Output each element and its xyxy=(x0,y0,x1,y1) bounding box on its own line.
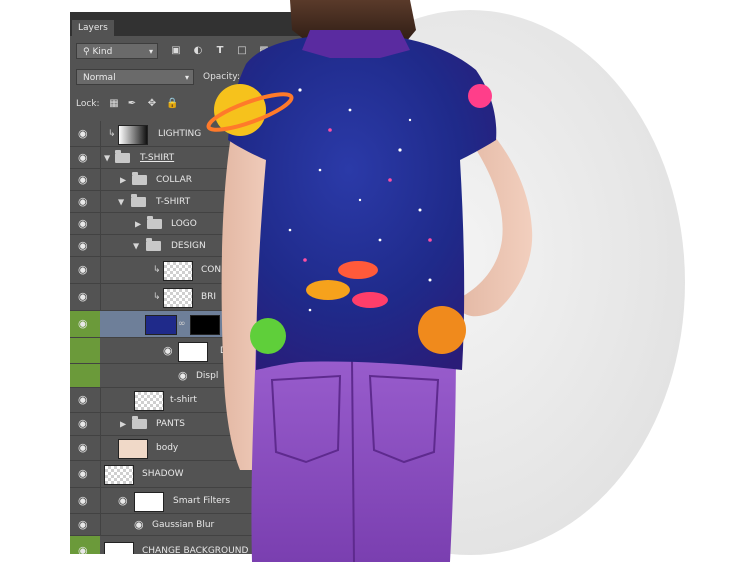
clip-icon: ↳ xyxy=(153,265,161,275)
eye-icon[interactable]: ◉ xyxy=(78,127,91,140)
filter-kind-label: Kind xyxy=(92,47,113,57)
eye-icon[interactable]: ◉ xyxy=(78,418,91,430)
smart-object-thumbnail xyxy=(145,315,177,335)
eye-icon[interactable]: ◉ xyxy=(78,468,91,480)
eye-cell: ◉ xyxy=(70,461,101,487)
folder-icon xyxy=(131,193,146,207)
layer-thumbnail xyxy=(104,465,134,485)
tab-layers[interactable]: Layers xyxy=(72,20,114,36)
eye-cell: ◉ xyxy=(70,413,101,435)
selection-marker xyxy=(70,364,100,387)
planet-orange-right xyxy=(418,306,466,354)
folder-icon xyxy=(147,215,162,229)
chevron-right-icon[interactable]: ▶ xyxy=(120,175,126,184)
folder-icon xyxy=(132,171,147,185)
shirt-collar xyxy=(302,30,410,58)
eye-cell: ◉ xyxy=(70,213,101,234)
layer-thumbnail xyxy=(104,541,134,554)
chevron-down-icon[interactable]: ▼ xyxy=(133,241,139,250)
eye-cell: ◉ xyxy=(70,147,101,168)
eye-icon[interactable]: ◉ xyxy=(78,394,91,406)
eye-cell: ◉ xyxy=(70,169,101,190)
chevron-right-icon[interactable]: ▶ xyxy=(135,219,141,228)
eye-icon[interactable]: ◉ xyxy=(78,518,91,531)
eye-icon[interactable]: ◉ xyxy=(78,151,91,164)
eye-icon[interactable]: ◉ xyxy=(78,217,91,230)
planet-pink xyxy=(468,84,492,108)
layer-name: SHADOW xyxy=(142,469,184,479)
clip-icon: ↳ xyxy=(108,128,116,139)
eye-icon[interactable]: ◉ xyxy=(78,318,91,330)
eye-cell: ◉ xyxy=(70,284,101,310)
eye-cell: ◉ xyxy=(70,235,101,256)
move-icon[interactable]: ✥ xyxy=(146,98,158,110)
layer-name: body xyxy=(156,443,179,453)
eye-icon[interactable]: ◉ xyxy=(134,518,147,531)
eye-cell: ◉ xyxy=(70,514,101,535)
eye-icon[interactable]: ◉ xyxy=(163,344,176,357)
eye-cell: ◉ xyxy=(70,388,101,412)
comet-1 xyxy=(338,261,378,279)
eye-cell: ◉ xyxy=(70,257,101,283)
eye-icon[interactable]: ◉ xyxy=(78,544,91,554)
folder-icon xyxy=(115,149,130,163)
layer-thumbnail xyxy=(118,439,148,459)
layer-thumbnail xyxy=(118,124,148,145)
search-icon: ⚲ xyxy=(83,47,90,57)
lock-icon[interactable]: 🔒 xyxy=(166,98,178,110)
planet-green xyxy=(250,318,286,354)
eye-icon[interactable]: ◉ xyxy=(78,173,91,186)
folder-icon xyxy=(132,416,147,429)
lock-label: Lock: xyxy=(76,99,100,109)
eye-cell: ◉ xyxy=(70,121,101,146)
eye-cell: ◉ xyxy=(70,436,101,460)
brush-icon[interactable]: ✒ xyxy=(126,98,138,110)
eye-cell: ◉ xyxy=(70,191,101,212)
folder-icon xyxy=(146,237,161,251)
comet-3 xyxy=(352,292,388,308)
model-photo xyxy=(206,0,533,562)
filter-kind-select[interactable]: ⚲ Kind ▾ xyxy=(76,43,158,59)
eye-icon[interactable]: ◉ xyxy=(78,239,91,252)
comet-2 xyxy=(306,280,350,300)
eye-icon[interactable]: ◉ xyxy=(78,264,91,276)
lock-transparent-icon[interactable]: ▦ xyxy=(108,98,120,110)
eye-icon[interactable]: ◉ xyxy=(78,195,91,208)
eye-icon[interactable]: ◉ xyxy=(78,291,91,303)
chevron-down-icon[interactable]: ▼ xyxy=(104,153,110,162)
selection-marker xyxy=(70,338,100,363)
blend-mode-select[interactable]: Normal ▾ xyxy=(76,69,194,85)
eye-cell: ◉ xyxy=(70,488,101,513)
blend-mode-label: Normal xyxy=(83,73,116,83)
eye-icon[interactable]: ◉ xyxy=(118,494,131,507)
filter-mask-thumbnail xyxy=(134,491,164,512)
eye-icon[interactable]: ◉ xyxy=(78,442,91,454)
chevron-down-icon[interactable]: ▼ xyxy=(118,197,124,206)
clip-icon: ↳ xyxy=(153,292,161,302)
eye-icon[interactable]: ◉ xyxy=(78,494,91,507)
chevron-right-icon[interactable]: ▶ xyxy=(120,420,126,429)
layer-name: T-SHIRT xyxy=(140,152,175,163)
chevron-down-icon: ▾ xyxy=(148,47,153,56)
layer-thumbnail xyxy=(134,391,164,411)
